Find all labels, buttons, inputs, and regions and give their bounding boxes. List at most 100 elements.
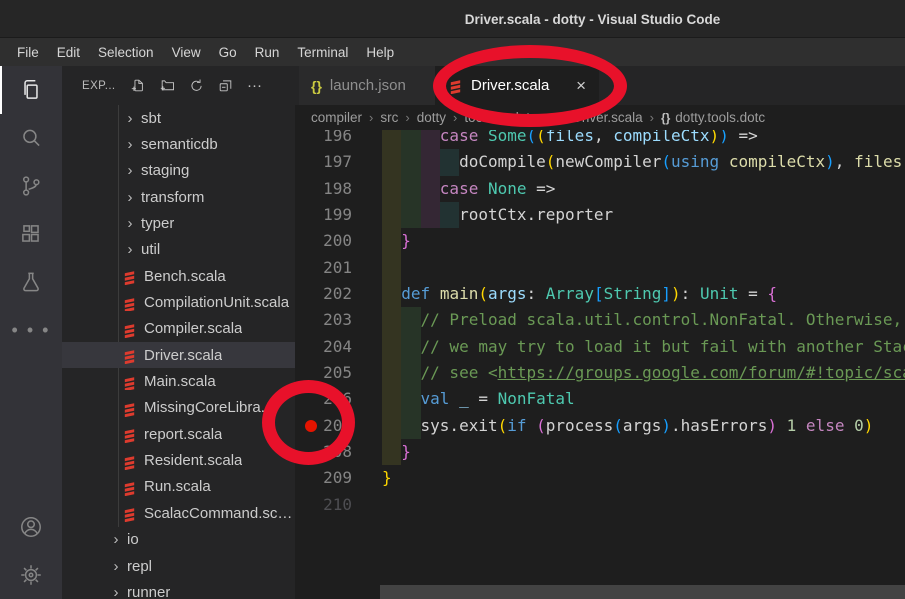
code-editor[interactable]: 196case Some((files, compileCtx)) =>197d… <box>295 123 905 518</box>
chevron-right-icon: › <box>122 162 138 179</box>
tree-file-main-scala[interactable]: Main.scala <box>62 368 295 394</box>
line-number[interactable]: 201 <box>295 255 352 281</box>
tree-file-missingcorelibra-[interactable]: MissingCoreLibra... <box>62 395 295 421</box>
tree-file-compiler-scala[interactable]: Compiler.scala <box>62 316 295 342</box>
code-token: ( <box>536 416 546 435</box>
account-icon <box>18 514 44 540</box>
close-icon[interactable]: × <box>576 76 586 96</box>
code-token: , <box>835 152 854 171</box>
code-token: if <box>507 416 526 435</box>
line-number[interactable]: 209 <box>295 465 352 491</box>
tree-file-compilationunit-scala[interactable]: CompilationUnit.scala <box>62 289 295 315</box>
tree-folder-typer[interactable]: ›typer <box>62 210 295 236</box>
code-line-203[interactable]: 203// Preload scala.util.control.NonFata… <box>295 307 905 333</box>
line-number[interactable]: 208 <box>295 439 352 465</box>
menu-terminal[interactable]: Terminal <box>288 38 357 66</box>
indent-guide <box>382 413 401 439</box>
menu-edit[interactable]: Edit <box>48 38 89 66</box>
tree-folder-transform[interactable]: ›transform <box>62 184 295 210</box>
activity-testing[interactable] <box>0 258 62 306</box>
line-number[interactable]: 207 <box>295 413 352 439</box>
activity-search[interactable] <box>0 114 62 162</box>
menu-run[interactable]: Run <box>246 38 289 66</box>
menu-view[interactable]: View <box>163 38 210 66</box>
activity-explorer[interactable] <box>0 66 62 114</box>
code-line-201[interactable]: 201 <box>295 255 905 281</box>
code-line-197[interactable]: 197doCompile(newCompiler(using compileCt… <box>295 149 905 175</box>
line-number[interactable]: 203 <box>295 307 352 333</box>
line-number[interactable]: 197 <box>295 149 352 175</box>
tab-launch-json[interactable]: {}launch.json <box>299 66 436 105</box>
breadcrumb-item-compiler[interactable]: compiler <box>311 110 362 125</box>
code-token: ] <box>661 284 671 303</box>
activity-extensions[interactable] <box>0 210 62 258</box>
code-line-199[interactable]: 199rootCtx.reporter <box>295 202 905 228</box>
menu-selection[interactable]: Selection <box>89 38 163 66</box>
code-token: } <box>401 231 411 250</box>
indent-guide <box>421 149 440 175</box>
indent-guide <box>401 149 420 175</box>
activity-more[interactable]: • • • <box>0 306 62 354</box>
menu-file[interactable]: File <box>8 38 48 66</box>
code-line-200[interactable]: 200} <box>295 228 905 254</box>
refresh-icon[interactable] <box>186 75 208 97</box>
line-number[interactable]: 199 <box>295 202 352 228</box>
tab-driver-scala[interactable]: Driver.scala× <box>436 66 599 105</box>
line-number[interactable]: 205 <box>295 360 352 386</box>
breadcrumb-item-src[interactable]: src <box>380 110 398 125</box>
breadcrumb-item-dotty[interactable]: dotty <box>417 110 446 125</box>
code-line-210[interactable]: 210 <box>295 492 905 518</box>
tree-folder-io[interactable]: ›io <box>62 527 295 553</box>
tree-file-bench-scala[interactable]: Bench.scala <box>62 263 295 289</box>
code-line-198[interactable]: 198case None => <box>295 176 905 202</box>
tree-file-scalaccommand-scala[interactable]: ScalacCommand.scala <box>62 500 295 526</box>
code-line-205[interactable]: 205// see <https://groups.google.com/for… <box>295 360 905 386</box>
breadcrumb-item-tools[interactable]: tools <box>464 110 493 125</box>
activity-account[interactable] <box>0 503 62 551</box>
tree-folder-util[interactable]: ›util <box>62 237 295 263</box>
line-number[interactable]: 210 <box>295 492 352 518</box>
tree-folder-runner[interactable]: ›runner <box>62 579 295 599</box>
code-line-209[interactable]: 209} <box>295 465 905 491</box>
code-line-206[interactable]: 206val _ = NonFatal <box>295 386 905 412</box>
horizontal-scrollbar[interactable] <box>380 585 905 599</box>
collapse-folders-icon[interactable] <box>215 75 237 97</box>
code-line-208[interactable]: 208} <box>295 439 905 465</box>
tree-folder-semanticdb[interactable]: ›semanticdb <box>62 131 295 157</box>
line-number[interactable]: 206 <box>295 386 352 412</box>
menu-go[interactable]: Go <box>210 38 246 66</box>
code-token: } <box>382 468 392 487</box>
symbol-namespace-icon: {} <box>661 111 670 125</box>
breadcrumb-separator: › <box>500 110 504 125</box>
breadcrumb-item-dotc[interactable]: dotc <box>511 110 537 125</box>
line-number[interactable]: 200 <box>295 228 352 254</box>
json-braces-icon: {} <box>311 78 322 94</box>
breadcrumb-item-dotty-tools-dotc[interactable]: {}dotty.tools.dotc <box>661 110 765 125</box>
line-number[interactable]: 204 <box>295 334 352 360</box>
tree-file-resident-scala[interactable]: Resident.scala <box>62 447 295 473</box>
new-folder-icon[interactable] <box>157 75 179 97</box>
tree-folder-staging[interactable]: ›staging <box>62 158 295 184</box>
code-token: : <box>681 284 700 303</box>
tree-item-label: semanticdb <box>141 136 218 153</box>
menu-help[interactable]: Help <box>357 38 403 66</box>
breadcrumb: compiler›src›dotty›tools›dotc›Driver.sca… <box>295 105 905 130</box>
tree-file-run-scala[interactable]: Run.scala <box>62 474 295 500</box>
tree-folder-repl[interactable]: ›repl <box>62 553 295 579</box>
code-line-202[interactable]: 202def main(args: Array[String]): Unit =… <box>295 281 905 307</box>
activity-source-control[interactable] <box>0 162 62 210</box>
explorer-title: EXP... <box>82 80 116 92</box>
code-line-204[interactable]: 204// we may try to load it but fail wit… <box>295 334 905 360</box>
code-token: => <box>527 179 556 198</box>
line-number[interactable]: 202 <box>295 281 352 307</box>
tree-folder-sbt[interactable]: ›sbt <box>62 105 295 131</box>
tree-file-driver-scala[interactable]: Driver.scala <box>62 342 295 368</box>
tree-file-report-scala[interactable]: report.scala <box>62 421 295 447</box>
breadcrumb-item-driver-scala[interactable]: Driver.scala <box>555 110 643 125</box>
activity-settings[interactable] <box>0 551 62 599</box>
breakpoint-icon[interactable] <box>305 420 317 432</box>
more-actions-icon[interactable]: ··· <box>244 75 266 97</box>
code-line-207[interactable]: 207sys.exit(if (process(args).hasErrors)… <box>295 413 905 439</box>
new-file-icon[interactable] <box>128 75 150 97</box>
line-number[interactable]: 198 <box>295 176 352 202</box>
